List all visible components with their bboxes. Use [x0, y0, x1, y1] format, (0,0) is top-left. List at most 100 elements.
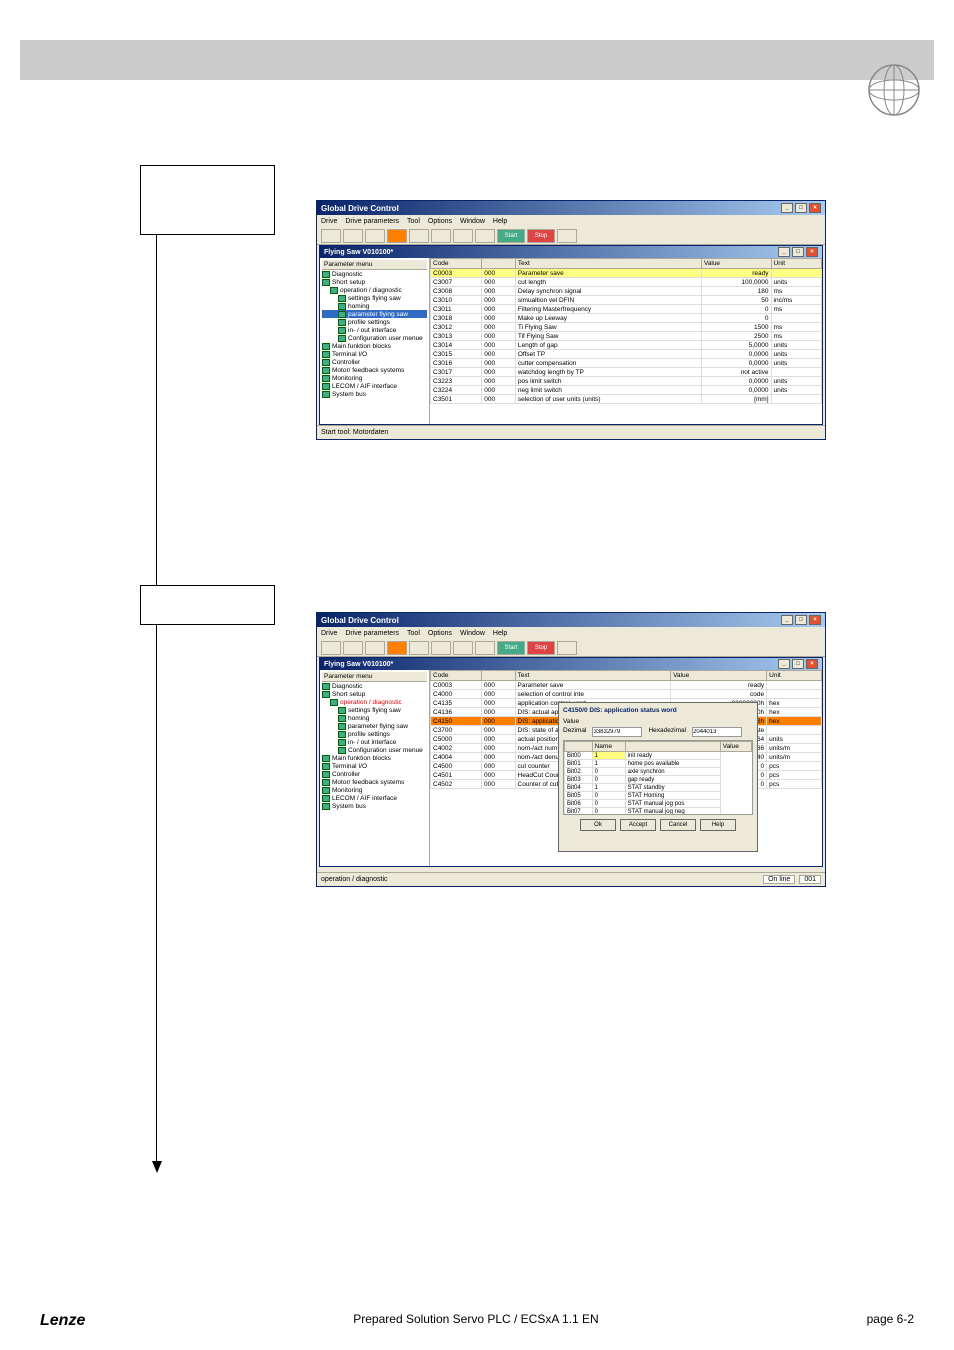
tree-item[interactable]: settings flying saw	[322, 294, 427, 302]
tree-item[interactable]: Configuration user menue	[322, 334, 427, 342]
bit-row[interactable]: Bit001init ready	[565, 752, 752, 760]
inner-close[interactable]: ×	[806, 659, 818, 669]
tb-3[interactable]	[365, 641, 385, 655]
bit-row[interactable]: Bit020axle synchron	[565, 768, 752, 776]
tree-item[interactable]: homing	[322, 714, 427, 722]
bit-row[interactable]: Bit060STAT manual jog pos	[565, 800, 752, 808]
menu-help[interactable]: Help	[493, 630, 507, 637]
tree-item[interactable]: System bus	[322, 802, 427, 810]
col-header[interactable]	[482, 671, 515, 681]
table-row[interactable]: C3007000cut length100,0000units	[431, 278, 822, 287]
table-row[interactable]: C3010000simualtion vel DFIN50inc/ms	[431, 296, 822, 305]
col-header[interactable]: Text	[515, 259, 701, 269]
tb-8[interactable]	[475, 641, 495, 655]
inner-max[interactable]: □	[792, 659, 804, 669]
col-header[interactable]: Code	[431, 671, 482, 681]
col-header[interactable]: Code	[431, 259, 482, 269]
maximize-button[interactable]: □	[795, 203, 807, 213]
inner-titlebar[interactable]: Flying Saw V010100* _ □ ×	[320, 246, 822, 258]
tree-item[interactable]: Diagnostic	[322, 682, 427, 690]
tree-item[interactable]: Controller	[322, 770, 427, 778]
ok-button[interactable]: Ok	[580, 819, 616, 831]
tree-item[interactable]: operation / diagnostic	[322, 286, 427, 294]
tree-item[interactable]: in- / out interface	[322, 326, 427, 334]
table-row[interactable]: C3012000Ti Flying Saw1500ms	[431, 323, 822, 332]
tree-item[interactable]: Configuration user menue	[322, 746, 427, 754]
table-row[interactable]: C3014000Length of gap5,0000units	[431, 341, 822, 350]
tree-item[interactable]: parameter flying saw	[322, 310, 427, 318]
col-header[interactable]: Unit	[767, 671, 822, 681]
tree-item[interactable]: Terminal I/O	[322, 350, 427, 358]
menu-drive-parameters[interactable]: Drive parameters	[345, 630, 399, 637]
tree-item[interactable]: Short setup	[322, 690, 427, 698]
table-row[interactable]: C3223000pos limit switch0,0000units	[431, 377, 822, 386]
parameter-tree[interactable]: Parameter menu DiagnosticShort setupoper…	[320, 258, 430, 424]
titlebar[interactable]: Global Drive Control _ □ ×	[317, 613, 825, 627]
tb-6[interactable]	[431, 641, 451, 655]
inner-titlebar[interactable]: Flying Saw V010100* _ □ ×	[320, 658, 822, 670]
tree-item[interactable]: Monitoring	[322, 374, 427, 382]
tb-1[interactable]	[321, 641, 341, 655]
table-row[interactable]: C3008000Delay synchron signal180ms	[431, 287, 822, 296]
tree-item[interactable]: profile settings	[322, 730, 427, 738]
tb-5[interactable]	[409, 229, 429, 243]
table-row[interactable]: C3018000Make up Leeway0	[431, 314, 822, 323]
stop-button[interactable]: Stop	[527, 641, 555, 655]
tb-6[interactable]	[431, 229, 451, 243]
bit-row[interactable]: Bit030gap ready	[565, 776, 752, 784]
menu-drive[interactable]: Drive	[321, 630, 337, 637]
col-header[interactable]: Unit	[771, 259, 821, 269]
menu-drive[interactable]: Drive	[321, 218, 337, 225]
table-row[interactable]: C0003000Parameter saveready	[431, 681, 822, 690]
tree-item[interactable]: settings flying saw	[322, 706, 427, 714]
start-button[interactable]: Start	[497, 229, 525, 243]
menu-tool[interactable]: Tool	[407, 218, 420, 225]
tb-1[interactable]	[321, 229, 341, 243]
menu-help[interactable]: Help	[493, 218, 507, 225]
col-header[interactable]: Text	[515, 671, 671, 681]
cancel-button[interactable]: Cancel	[660, 819, 696, 831]
table-row[interactable]: C3501000selection of user units (units)[…	[431, 395, 822, 404]
menu-options[interactable]: Options	[428, 218, 452, 225]
tb-4[interactable]	[387, 641, 407, 655]
tree-item[interactable]: Controller	[322, 358, 427, 366]
tree-item[interactable]: homing	[322, 302, 427, 310]
table-row[interactable]: C3224000neg limit switch0,0000units	[431, 386, 822, 395]
start-button[interactable]: Start	[497, 641, 525, 655]
help-button[interactable]: Help	[700, 819, 736, 831]
tree-item[interactable]: Diagnostic	[322, 270, 427, 278]
tree-item[interactable]: Short setup	[322, 278, 427, 286]
tb-5[interactable]	[409, 641, 429, 655]
tb-9[interactable]	[557, 641, 577, 655]
menu-drive-parameters[interactable]: Drive parameters	[345, 218, 399, 225]
inner-close[interactable]: ×	[806, 247, 818, 257]
close-button[interactable]: ×	[809, 615, 821, 625]
tree-item[interactable]: Main funktion blocks	[322, 342, 427, 350]
tree-item[interactable]: Terminal I/O	[322, 762, 427, 770]
bit-row[interactable]: Bit011home pos available	[565, 760, 752, 768]
menu-window[interactable]: Window	[460, 218, 485, 225]
inner-max[interactable]: □	[792, 247, 804, 257]
close-button[interactable]: ×	[809, 203, 821, 213]
table-row[interactable]: C4000000selection of control intecode	[431, 690, 822, 699]
tree-item[interactable]: parameter flying saw	[322, 722, 427, 730]
table-row[interactable]: C3013000Tif Flying Saw2500ms	[431, 332, 822, 341]
table-row[interactable]: C3011000Filtering Masterfrequency0ms	[431, 305, 822, 314]
inner-min[interactable]: _	[778, 247, 790, 257]
bit-row[interactable]: Bit070STAT manual jog neg	[565, 808, 752, 816]
maximize-button[interactable]: □	[795, 615, 807, 625]
tree-item[interactable]: LECOM / AIF interface	[322, 794, 427, 802]
accept-button[interactable]: Accept	[620, 819, 656, 831]
parameter-tree[interactable]: Parameter menu DiagnosticShort setupoper…	[320, 670, 430, 866]
tree-item[interactable]: profile settings	[322, 318, 427, 326]
menu-tool[interactable]: Tool	[407, 630, 420, 637]
tb-7[interactable]	[453, 229, 473, 243]
table-row[interactable]: C3017000watchdog length by TPnot active	[431, 368, 822, 377]
tb-2[interactable]	[343, 229, 363, 243]
bit-row[interactable]: Bit041STAT standby	[565, 784, 752, 792]
minimize-button[interactable]: _	[781, 615, 793, 625]
bit-grid[interactable]: NameValueBit001init readyBit011home pos …	[563, 740, 753, 815]
tb-8[interactable]	[475, 229, 495, 243]
minimize-button[interactable]: _	[781, 203, 793, 213]
tree-item[interactable]: operation / diagnostic	[322, 698, 427, 706]
